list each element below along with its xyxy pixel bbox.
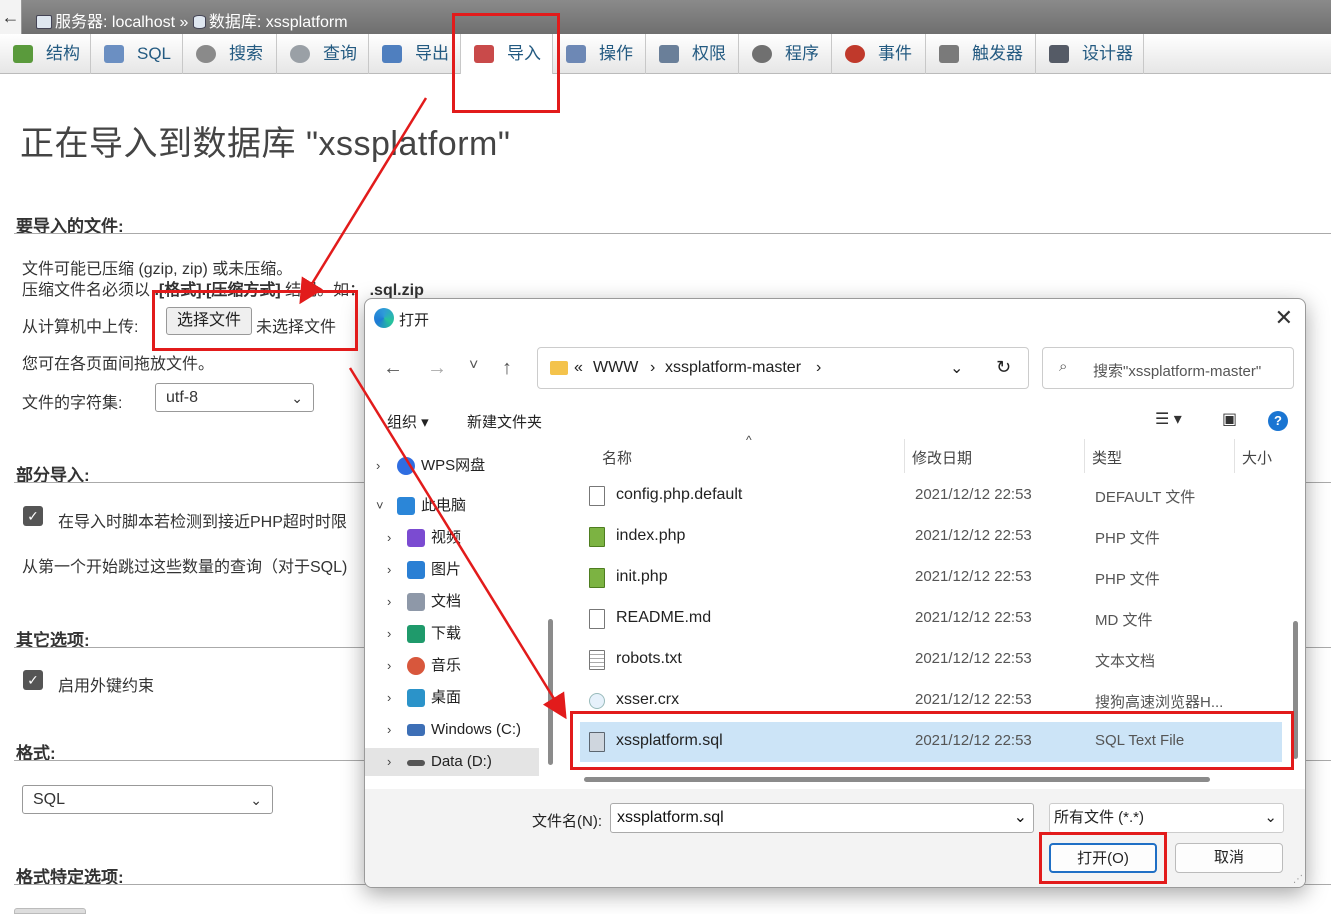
- annotation-arrow-to-sql-file: [348, 367, 567, 720]
- annotation-arrow-to-choose-file: [299, 97, 428, 305]
- page: ← 服务器: localhost » 数据库: xssplatform 结构 S…: [0, 0, 1331, 914]
- annotation-arrows: [299, 97, 567, 720]
